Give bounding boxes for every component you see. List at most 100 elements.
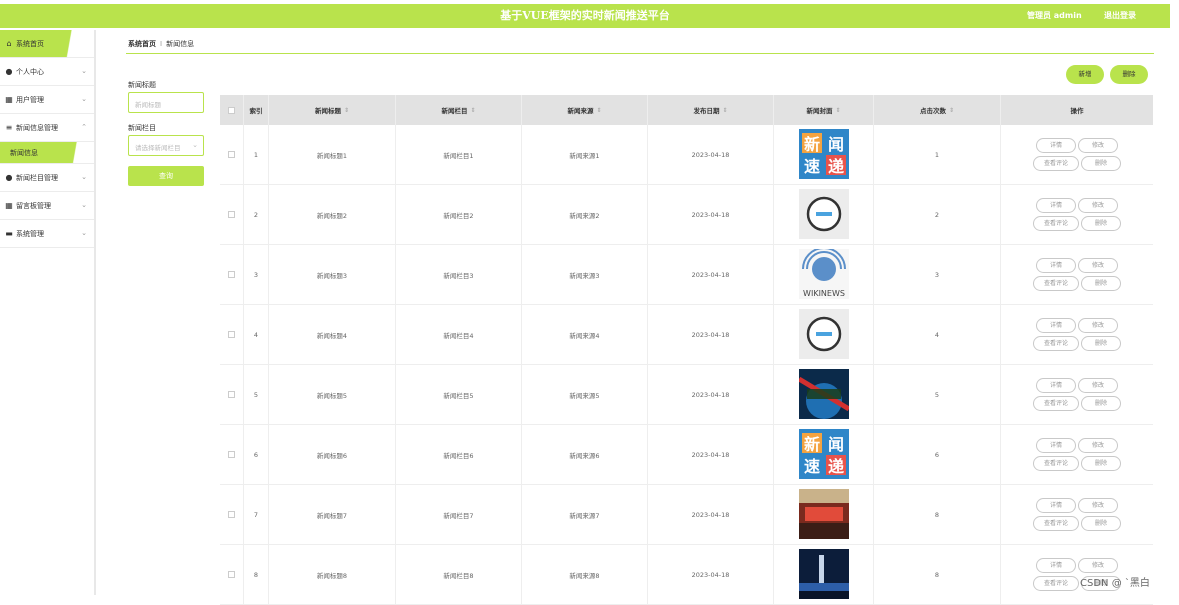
- row-checkbox[interactable]: [228, 571, 235, 578]
- header-clicks-label: 点击次数: [919, 107, 946, 115]
- edit-button[interactable]: 修改: [1078, 258, 1118, 273]
- svg-text:闻: 闻: [827, 435, 843, 454]
- header-clicks[interactable]: 点击次数 ⇕: [874, 95, 1001, 125]
- search-button[interactable]: 查询: [128, 166, 204, 186]
- news-cover-image: [798, 188, 849, 241]
- edit-button[interactable]: 修改: [1078, 198, 1118, 213]
- header-date[interactable]: 发布日期 ⇕: [648, 95, 774, 125]
- view-comments-button[interactable]: 查看评论: [1033, 516, 1079, 531]
- row-checkbox[interactable]: [228, 391, 235, 398]
- view-comments-button[interactable]: 查看评论: [1033, 336, 1079, 351]
- chevron-down-icon: ⌄: [192, 141, 198, 149]
- header-checkbox-cell: [220, 95, 244, 125]
- table-body: 1 新闻标题1 新闻栏目1 新闻来源1 2023-04-18 新闻速递 1 详情 修改 查看评论删…: [220, 125, 1153, 605]
- header-ops: 操作: [1070, 107, 1084, 115]
- view-comments-button[interactable]: 查看评论: [1033, 576, 1079, 591]
- header-cover[interactable]: 新闻封面 ⇕: [774, 95, 874, 125]
- row-checkbox[interactable]: [228, 151, 235, 158]
- row-checkbox-cell: [220, 245, 244, 304]
- view-comments-button[interactable]: 查看评论: [1033, 396, 1079, 411]
- header-cover-label: 新闻封面: [806, 107, 833, 115]
- sidebar-item-board[interactable]: ▦ 留言板管理 ⌄: [0, 192, 94, 220]
- cell-ops: 详情 修改查看评论 删除: [1001, 305, 1153, 364]
- detail-button[interactable]: 详情: [1036, 138, 1076, 153]
- add-button[interactable]: 新增: [1066, 65, 1104, 84]
- row-checkbox[interactable]: [228, 331, 235, 338]
- cell-source: 新闻来源1: [522, 125, 648, 184]
- chevron-down-icon: ⌄: [81, 67, 87, 75]
- view-comments-button[interactable]: 查看评论: [1033, 156, 1079, 171]
- table-row: 8 新闻标题8 新闻栏目8 新闻来源8 2023-04-18 8 详情 修改 查看评论 删除: [220, 545, 1153, 605]
- row-checkbox[interactable]: [228, 211, 235, 218]
- column-select[interactable]: 请选择新闻栏目 ⌄: [128, 135, 204, 156]
- edit-button[interactable]: 修改: [1078, 438, 1118, 453]
- sidebar: ⌂ 系统首页 ● 个人中心 ⌄ ▦ 用户管理 ⌄ ≡ 新闻信息管理 ⌃ 新闻信息…: [0, 30, 96, 595]
- view-comments-button[interactable]: 查看评论: [1033, 276, 1079, 291]
- select-all-checkbox[interactable]: [228, 106, 235, 114]
- row-checkbox[interactable]: [228, 451, 235, 458]
- detail-button[interactable]: 详情: [1036, 498, 1076, 513]
- sidebar-item-label: 新闻信息管理: [16, 123, 58, 132]
- divider: [126, 53, 1154, 54]
- detail-button[interactable]: 详情: [1036, 378, 1076, 393]
- delete-button[interactable]: 删除: [1081, 276, 1121, 291]
- svg-text:闻: 闻: [827, 135, 843, 154]
- delete-button[interactable]: 删除: [1081, 456, 1121, 471]
- detail-button[interactable]: 详情: [1036, 198, 1076, 213]
- svg-text:递: 递: [827, 157, 843, 176]
- sidebar-item-news-mgmt[interactable]: ≡ 新闻信息管理 ⌃: [0, 114, 94, 142]
- filter-panel: 新闻标题 新闻标题 新闻栏目 请选择新闻栏目 ⌄ 查询: [128, 80, 204, 186]
- sidebar-subitem-news[interactable]: 新闻信息: [0, 142, 94, 164]
- header-title-label: 新闻标题: [314, 107, 341, 115]
- delete-button[interactable]: 删除: [1081, 516, 1121, 531]
- cell-clicks: 8: [874, 545, 1001, 604]
- header-column[interactable]: 新闻栏目 ⇕: [396, 95, 522, 125]
- logout-button[interactable]: 退出登录: [1104, 10, 1136, 21]
- cell-source: 新闻来源8: [522, 545, 648, 604]
- sidebar-item-personal[interactable]: ● 个人中心 ⌄: [0, 58, 94, 86]
- edit-button[interactable]: 修改: [1078, 558, 1118, 573]
- view-comments-button[interactable]: 查看评论: [1033, 216, 1079, 231]
- detail-button[interactable]: 详情: [1036, 558, 1076, 573]
- edit-button[interactable]: 修改: [1078, 378, 1118, 393]
- svg-text:新: 新: [803, 435, 819, 454]
- cell-date: 2023-04-18: [648, 545, 774, 604]
- edit-button[interactable]: 修改: [1078, 318, 1118, 333]
- sidebar-item-users[interactable]: ▦ 用户管理 ⌄: [0, 86, 94, 114]
- sort-icon: ⇕: [343, 106, 350, 114]
- sidebar-item-home[interactable]: ⌂ 系统首页: [0, 30, 94, 58]
- cell-column: 新闻栏目8: [396, 545, 522, 604]
- monitor-icon: ▬: [5, 229, 13, 238]
- row-checkbox[interactable]: [228, 511, 235, 518]
- delete-button[interactable]: 删除: [1081, 156, 1121, 171]
- watermark: CSDN @ `黑白: [1080, 578, 1150, 589]
- row-checkbox-cell: [220, 545, 244, 604]
- news-cover-image: [798, 308, 849, 361]
- detail-button[interactable]: 详情: [1036, 438, 1076, 453]
- edit-button[interactable]: 修改: [1078, 138, 1118, 153]
- detail-button[interactable]: 详情: [1036, 318, 1076, 333]
- cell-ops: 详情 修改查看评论 删除: [1001, 185, 1153, 244]
- cell-clicks: 2: [874, 185, 1001, 244]
- sidebar-item-system[interactable]: ▬ 系统管理 ⌄: [0, 220, 94, 248]
- breadcrumb-home[interactable]: 系统首页: [128, 40, 156, 48]
- edit-button[interactable]: 修改: [1078, 498, 1118, 513]
- cell-index: 4: [244, 305, 269, 364]
- row-checkbox[interactable]: [228, 271, 235, 278]
- batch-delete-button[interactable]: 删除: [1110, 65, 1148, 84]
- table-row: 1 新闻标题1 新闻栏目1 新闻来源1 2023-04-18 新闻速递 1 详情 修改 查看评论删…: [220, 125, 1153, 185]
- grid-icon: ▦: [5, 201, 13, 210]
- cell-source: 新闻来源2: [522, 185, 648, 244]
- delete-button[interactable]: 删除: [1081, 396, 1121, 411]
- user-icon: ●: [5, 173, 13, 182]
- delete-button[interactable]: 删除: [1081, 336, 1121, 351]
- sidebar-item-column-mgmt[interactable]: ● 新闻栏目管理 ⌄: [0, 164, 94, 192]
- detail-button[interactable]: 详情: [1036, 258, 1076, 273]
- cell-clicks: 6: [874, 425, 1001, 484]
- title-search-input[interactable]: 新闻标题: [128, 92, 204, 113]
- delete-button[interactable]: 删除: [1081, 216, 1121, 231]
- cell-date: 2023-04-18: [648, 485, 774, 544]
- header-title[interactable]: 新闻标题 ⇕: [269, 95, 396, 125]
- header-source[interactable]: 新闻来源 ⇕: [522, 95, 648, 125]
- view-comments-button[interactable]: 查看评论: [1033, 456, 1079, 471]
